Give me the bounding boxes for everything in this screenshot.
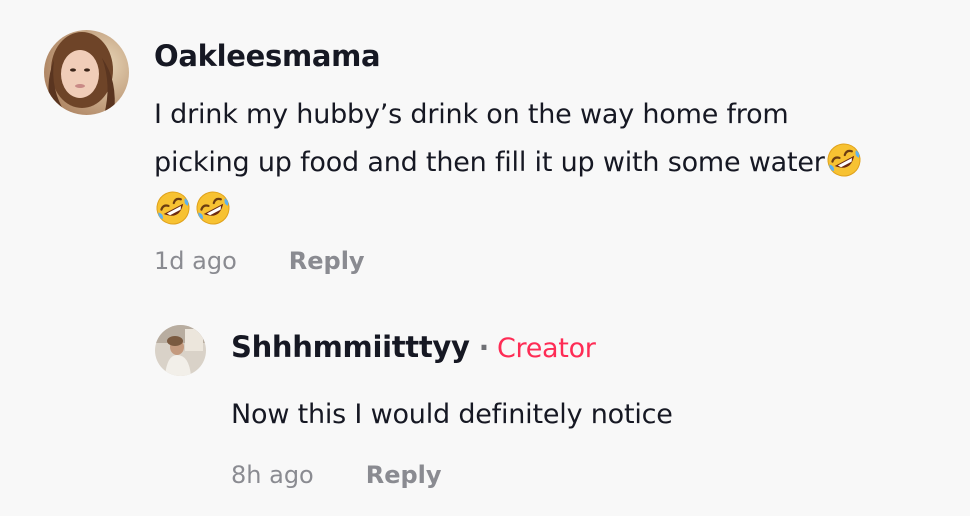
comment-text-line-2: picking up food and then fill it up with… [154, 147, 825, 178]
commenter-username[interactable]: Oakleesmama [154, 38, 944, 74]
comment-text-line-1: I drink my hubby’s drink on the way home… [154, 99, 789, 130]
comment-meta: 1d ago Reply [154, 247, 944, 275]
replier-username-row: Shhhmmiitttyy · Creator [231, 329, 935, 367]
reply-button[interactable]: Reply [366, 461, 442, 489]
commenter-avatar[interactable] [44, 30, 129, 115]
comment-item: Oakleesmama I drink my hubby’s drink on … [44, 30, 944, 275]
reply-button[interactable]: Reply [289, 247, 365, 275]
comment-text: I drink my hubby’s drink on the way home… [154, 91, 944, 235]
separator-dot: · [478, 331, 490, 364]
comment-timestamp: 1d ago [154, 247, 237, 275]
replier-avatar[interactable] [155, 325, 206, 376]
reply-text: Now this I would definitely notice [231, 399, 673, 430]
rolling-on-floor-laughing-icon [154, 189, 192, 227]
rolling-on-floor-laughing-icon [194, 189, 232, 227]
reply-item: Shhhmmiitttyy · Creator Now this I would… [155, 325, 935, 489]
creator-badge: Creator [496, 333, 596, 364]
reply-timestamp: 8h ago [231, 461, 314, 489]
reply-meta: 8h ago Reply [231, 461, 935, 489]
rolling-on-floor-laughing-icon [825, 141, 863, 179]
replier-username[interactable]: Shhhmmiitttyy [231, 329, 470, 365]
